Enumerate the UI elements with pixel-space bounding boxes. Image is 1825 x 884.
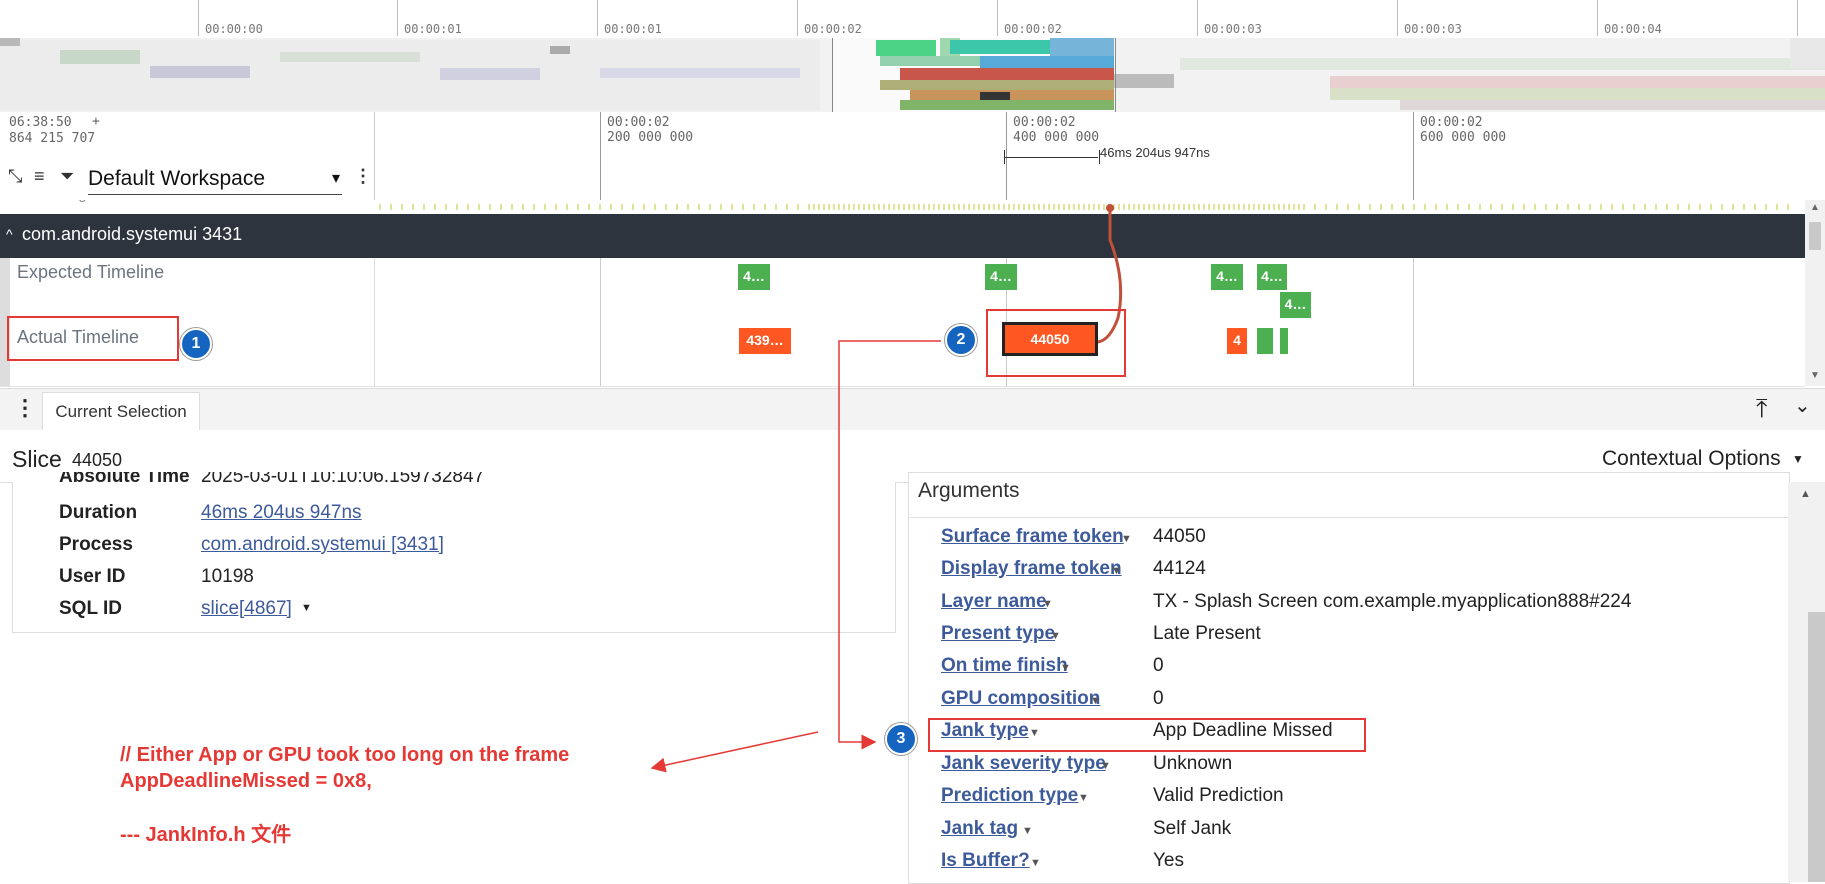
annotation-note-line1: // Either App or GPU took too long on th… (120, 744, 570, 766)
annotation-note-line2: AppDeadlineMissed = 0x8, (120, 770, 372, 792)
annotation-note-line3: --- JankInfo.h 文件 (120, 824, 292, 846)
